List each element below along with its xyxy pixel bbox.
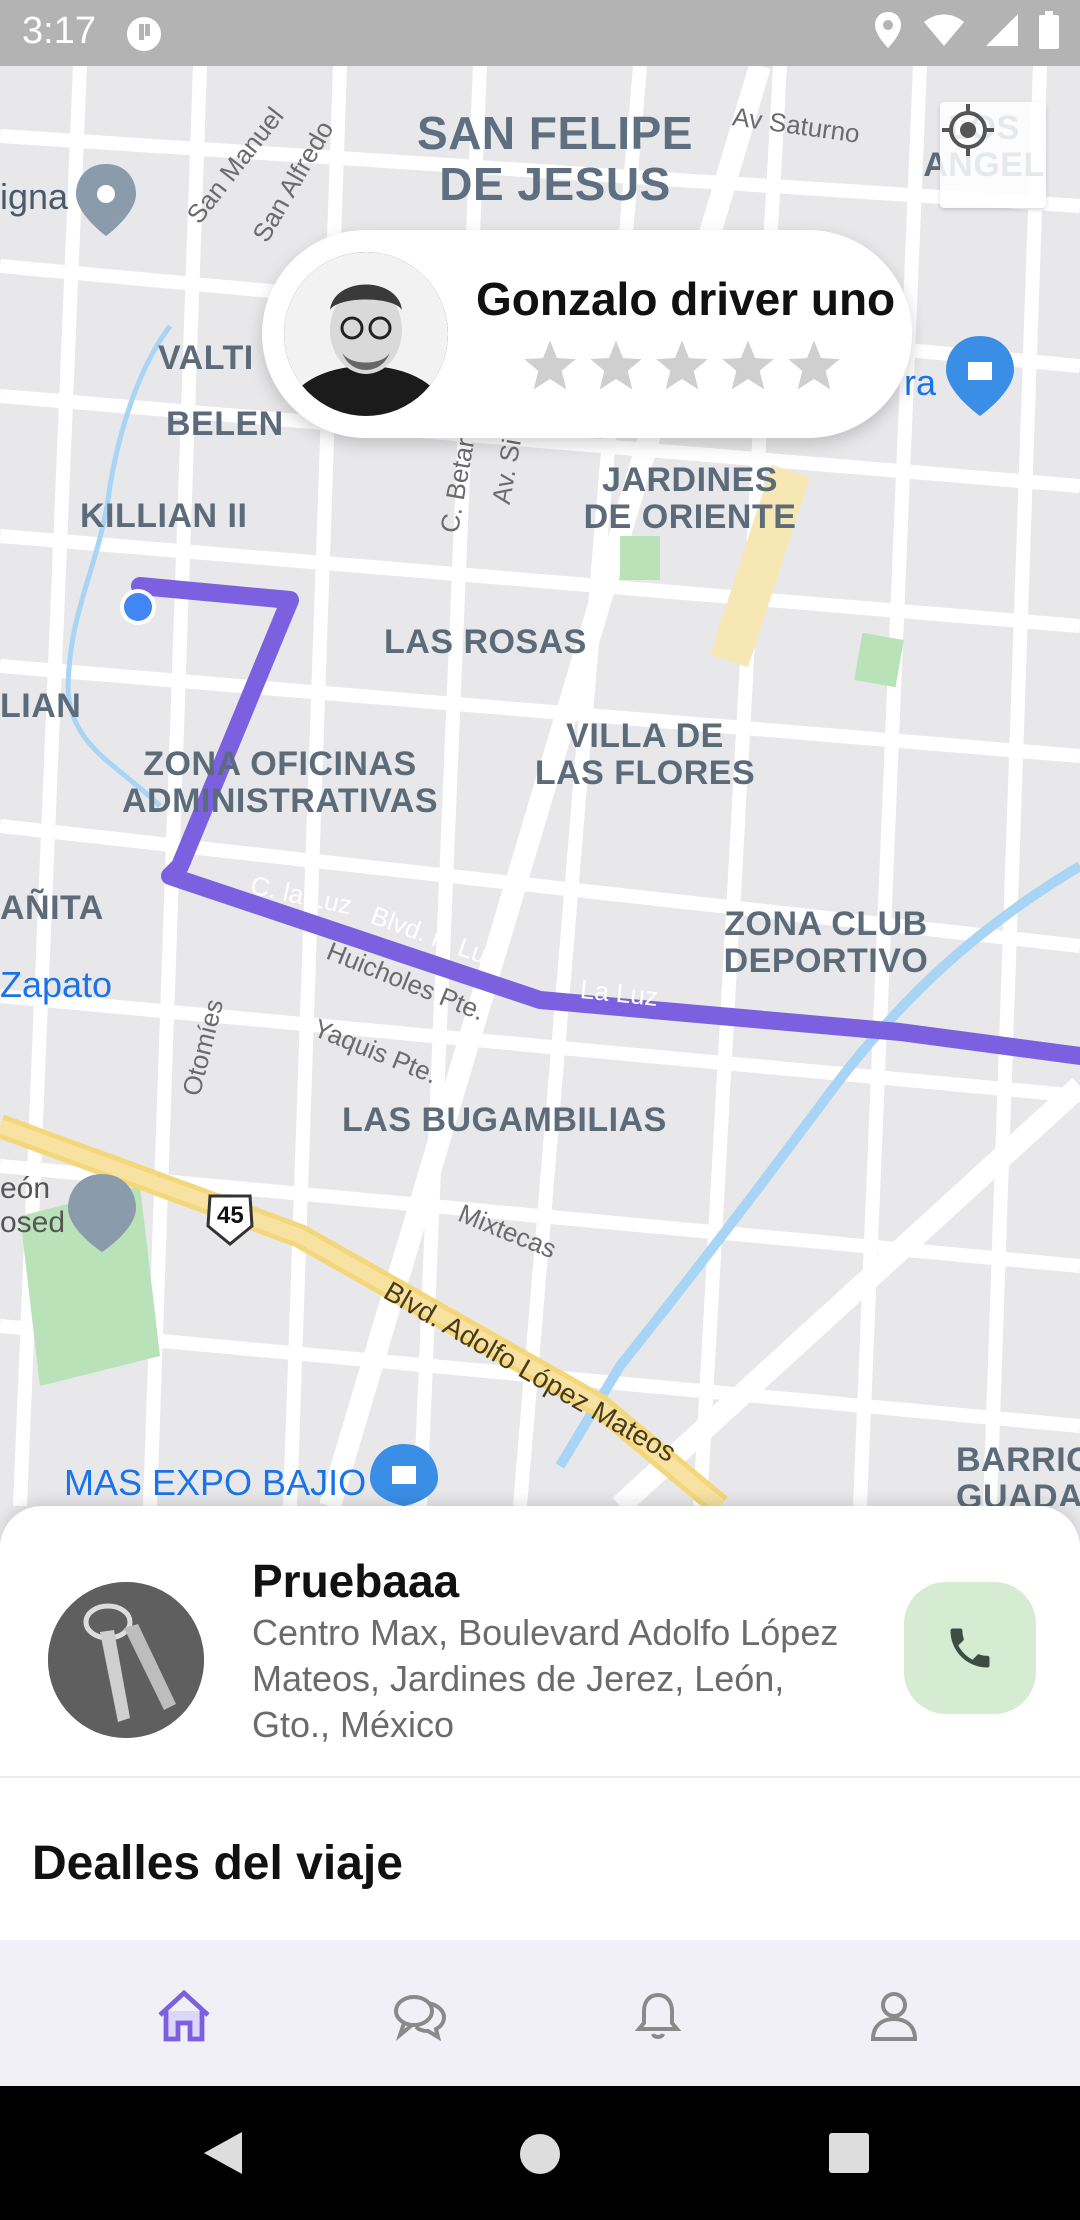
driver-card[interactable]: Gonzalo driver uno xyxy=(262,230,912,438)
system-navigation-bar xyxy=(0,2086,1080,2220)
tab-profile[interactable] xyxy=(864,1986,924,2046)
tab-notifications[interactable] xyxy=(628,1986,688,2046)
bell-icon xyxy=(634,1992,682,2039)
status-icons xyxy=(872,10,1060,55)
star-icon xyxy=(722,340,774,390)
app-notification-icon xyxy=(124,14,164,59)
place-label: ra xyxy=(904,362,937,403)
recents-button[interactable] xyxy=(828,2132,870,2179)
map-area-label: AÑITA xyxy=(0,889,104,927)
back-button[interactable] xyxy=(200,2128,246,2183)
chat-icon xyxy=(394,1995,447,2041)
destination-thumbnail xyxy=(48,1582,204,1738)
signal-icon xyxy=(984,12,1020,53)
driver-avatar xyxy=(284,252,448,416)
home-icon xyxy=(158,1989,210,2042)
back-icon xyxy=(204,2132,242,2174)
map-area-label: JARDINES DE ORIENTE xyxy=(583,461,797,537)
driver-rating xyxy=(522,338,842,392)
map-area-label: ZONA CLUB DEPORTIVO xyxy=(723,905,929,981)
trip-sheet: Pruebaaa Centro Max, Boulevard Adolfo Ló… xyxy=(0,1506,1080,1940)
wifi-icon xyxy=(922,12,966,53)
bottom-tab-bar xyxy=(0,1940,1080,2086)
my-location-button[interactable] xyxy=(940,102,1046,208)
place-label: MAS EXPO BAJIO xyxy=(64,1462,367,1503)
highway-number: 45 xyxy=(217,1202,244,1229)
circle-icon xyxy=(520,2134,560,2174)
call-button[interactable] xyxy=(904,1582,1036,1714)
map-area-label: LIAN xyxy=(0,687,82,725)
map-area-label: BELEN xyxy=(166,405,284,443)
star-icon xyxy=(524,340,576,390)
driver-name: Gonzalo driver uno xyxy=(476,273,896,325)
tab-home[interactable] xyxy=(154,1986,214,2046)
place-label: Zapato xyxy=(0,964,113,1005)
battery-icon xyxy=(1038,11,1060,54)
destination-title: Pruebaaa xyxy=(252,1555,460,1607)
tab-chat[interactable] xyxy=(390,1986,450,2046)
map-area-label: KILLIAN II xyxy=(80,497,248,535)
status-bar: 3:17 xyxy=(0,0,1080,66)
map-area-label: VILLA DE LAS FLORES xyxy=(534,717,756,793)
map-area-label: SAN FELIPE DE JESUS xyxy=(417,107,693,210)
divider xyxy=(0,1776,1080,1778)
map-area-label: ZONA OFICINAS ADMINISTRATIVAS xyxy=(121,745,438,821)
trip-details-heading: Dealles del viaje xyxy=(32,1837,403,1890)
phone-icon xyxy=(950,1628,990,1668)
place-label: igna xyxy=(0,176,69,217)
star-icon xyxy=(788,340,840,390)
place-label: eón osed xyxy=(0,1172,66,1239)
destination-address: Centro Max, Boulevard Adolfo López Mateo… xyxy=(252,1612,839,1745)
status-time: 3:17 xyxy=(22,10,96,52)
location-icon xyxy=(872,10,904,55)
map-area-label: LAS ROSAS xyxy=(384,623,587,661)
star-icon xyxy=(656,340,708,390)
square-icon xyxy=(829,2133,869,2173)
crosshair-icon xyxy=(942,104,994,156)
map-area-label: VALTI xyxy=(158,339,254,377)
map-area-label: LAS BUGAMBILIAS xyxy=(342,1101,667,1139)
map-area-label: BARRIO GUADAL xyxy=(956,1442,1080,1506)
profile-icon xyxy=(870,1992,918,2041)
star-icon xyxy=(590,340,642,390)
home-nav-button[interactable] xyxy=(518,2132,562,2181)
